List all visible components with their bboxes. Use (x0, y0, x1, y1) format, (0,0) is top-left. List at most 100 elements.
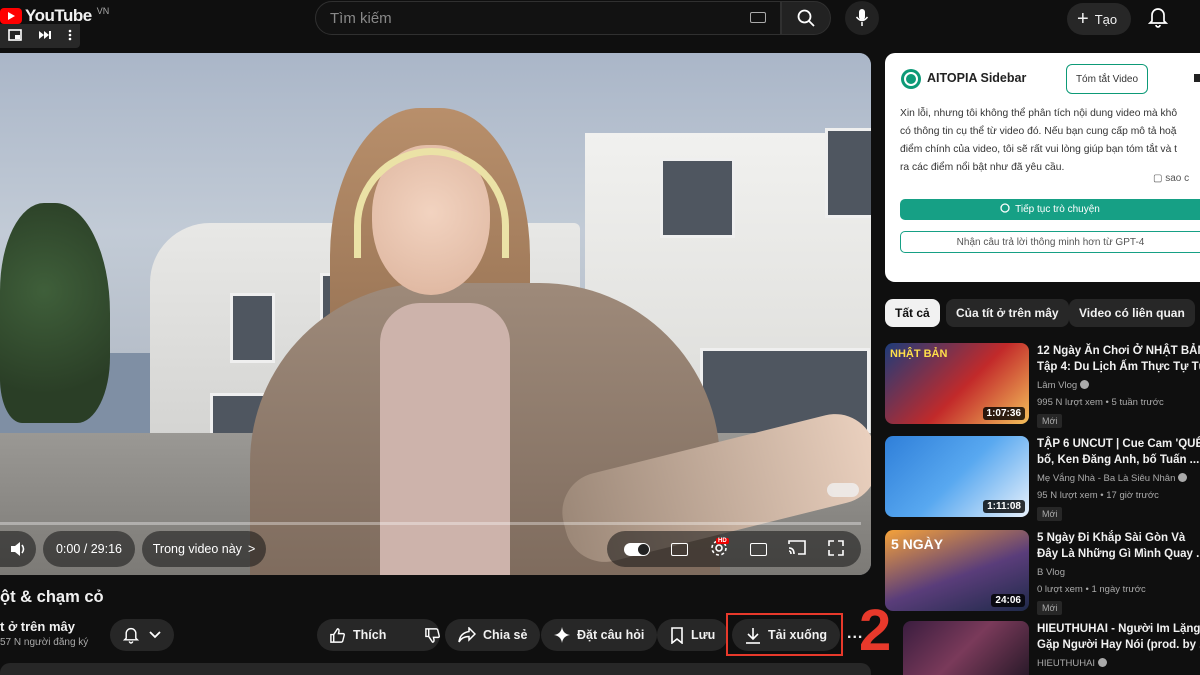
search-button[interactable] (781, 1, 831, 35)
create-label: Tạo (1094, 11, 1118, 27)
miniplayer-icon[interactable] (8, 28, 22, 44)
autoplay-toggle[interactable] (623, 542, 650, 556)
title-line: Đây Là Những Gì Mình Quay ... (1037, 548, 1200, 560)
subtitles-icon[interactable] (671, 542, 689, 556)
chevron-right-icon: > (247, 542, 256, 556)
video-thumbnail[interactable] (903, 621, 1029, 675)
channel-label: Lâm Vlog (1037, 380, 1078, 391)
chevron-down-icon (149, 631, 161, 639)
list-item[interactable]: 5 NGÀY 24:06 5 Ngày Đi Khắp Sài Gòn Và Đ… (885, 530, 1200, 615)
thumbnail-caption: NHẬT BẢN (890, 348, 948, 360)
bell-icon (1147, 8, 1169, 28)
create-button[interactable]: + Tạo (1067, 3, 1132, 35)
search-input[interactable] (330, 9, 730, 27)
aitopia-message-line: có thông tin cụ thể từ video đó. Nếu bạn… (900, 126, 1177, 137)
list-item[interactable]: HIEUTHUHAI - Người Im Lặng Gặp Người Hay… (885, 621, 1200, 675)
title-line: TẬP 6 UNCUT | Cue Cam 'QUÊ (1037, 438, 1200, 450)
subscription-bell-button[interactable] (110, 619, 174, 651)
channel-text: Mẹ Vắng Nhà - Ba Là Siêu Nhân (1037, 473, 1188, 484)
like-label: Thích (353, 628, 387, 642)
channel-name[interactable]: t ở trên mây (0, 619, 75, 634)
video-watermark (827, 483, 859, 497)
video-title-text: 12 Ngày Ăn Chơi Ở NHẬT BẢN Tập 4: Du Lịc… (1037, 343, 1200, 375)
like-dislike-group: Thích (317, 619, 441, 651)
like-button[interactable]: Thích (317, 619, 398, 651)
chip-related[interactable]: Video có liên quan (1069, 299, 1195, 327)
notifications-button[interactable] (1147, 6, 1169, 33)
share-button[interactable]: Chia sẻ (445, 619, 541, 651)
aitopia-logo-icon (901, 69, 921, 89)
ask-label: Đặt câu hỏi (577, 628, 645, 642)
player-right-controls (607, 531, 861, 567)
gpt4-upsell-button[interactable]: Nhận câu trả lời thông minh hơn từ GPT-4 (900, 231, 1200, 253)
verified-icon (1098, 658, 1108, 667)
video-frame-tree (0, 203, 110, 423)
voice-search-button[interactable] (845, 1, 879, 35)
video-title-text: 5 Ngày Đi Khắp Sài Gòn Và Đây Là Những G… (1037, 530, 1200, 562)
share-icon (458, 627, 476, 643)
video-duration: 24:06 (991, 594, 1025, 607)
continue-chat-label: Tiếp tục trò chuyện (1015, 204, 1100, 215)
chapter-label: Trong video này (152, 542, 242, 556)
save-button[interactable]: Lưu (657, 619, 729, 651)
chip-channel[interactable]: Của tít ở trên mây (946, 299, 1069, 327)
description-box-edge[interactable] (0, 663, 871, 675)
thumbnail-caption: 5 NGÀY (891, 536, 944, 552)
chip-all[interactable]: Tất cả (885, 299, 940, 327)
aitopia-message: Xin lỗi, nhưng tôi không thể phân tích n… (900, 105, 1200, 177)
title-line: HIEUTHUHAI - Người Im Lặng (1037, 623, 1200, 635)
youtube-wordmark: YouTube (25, 6, 92, 25)
share-label: Chia sẻ (483, 628, 528, 642)
bell-icon (123, 627, 139, 644)
copy-button[interactable]: ▢ sao c (1153, 173, 1189, 184)
channel-text: Lâm Vlog (1037, 380, 1090, 391)
copy-label: sao c (1165, 173, 1190, 184)
verified-icon (1178, 473, 1188, 482)
channel-text: HIEUTHUHAI (1037, 658, 1108, 669)
thumbs-up-icon (330, 627, 345, 643)
sparkle-icon (554, 627, 570, 643)
progress-bar[interactable] (0, 522, 861, 525)
video-title-text: HIEUTHUHAI - Người Im Lặng Gặp Người Hay… (1037, 621, 1200, 653)
fullscreen-icon[interactable] (828, 539, 844, 559)
views-text: 0 lượt xem • 1 ngày trước (1037, 584, 1146, 595)
video-thumbnail[interactable]: 1:11:08 (885, 436, 1029, 517)
ask-question-button[interactable]: Đặt câu hỏi (541, 619, 658, 651)
views-text: 95 N lượt xem • 17 giờ trước (1037, 490, 1159, 501)
keyboard-icon[interactable] (750, 12, 766, 23)
list-item[interactable]: NHẬT BẢN 1:07:36 12 Ngày Ăn Chơi Ở NHẬT … (885, 343, 1200, 428)
channel-label: Mẹ Vắng Nhà - Ba Là Siêu Nhân (1037, 473, 1176, 484)
channel-text: B Vlog (1037, 567, 1065, 578)
continue-chat-button[interactable]: Tiếp tục trò chuyện (900, 199, 1200, 220)
video-thumbnail[interactable]: 5 NGÀY 24:06 (885, 530, 1029, 611)
summarize-video-button[interactable]: Tóm tắt Video (1066, 64, 1148, 94)
video-duration: 1:07:36 (982, 407, 1025, 420)
chat-bubble-icon (1000, 203, 1010, 216)
chapter-button[interactable]: Trong video này > (142, 531, 266, 567)
new-badge: Mới (1037, 601, 1063, 615)
title-line: Gặp Người Hay Nói (prod. by ... (1037, 639, 1200, 651)
video-thumbnail[interactable]: NHẬT BẢN 1:07:36 (885, 343, 1029, 424)
volume-button[interactable] (0, 531, 36, 567)
aitopia-message-line: Xin lỗi, nhưng tôi không thể phân tích n… (900, 108, 1178, 119)
verified-icon (1080, 380, 1090, 389)
save-label: Lưu (691, 628, 716, 642)
subscriber-count: 57 N người đăng ký (0, 637, 89, 648)
channel-label: HIEUTHUHAI (1037, 658, 1096, 669)
new-badge: Mới (1037, 507, 1063, 521)
bookmark-icon (671, 626, 683, 644)
aitopia-settings-icon[interactable] (1193, 73, 1200, 86)
title-line: 5 Ngày Đi Khắp Sài Gòn Và (1037, 532, 1186, 544)
theater-mode-icon[interactable] (749, 542, 767, 556)
video-duration: 1:11:08 (983, 500, 1025, 513)
more-vert-icon[interactable] (68, 29, 72, 44)
list-item[interactable]: 1:11:08 TẬP 6 UNCUT | Cue Cam 'QUÊ bố, K… (885, 436, 1200, 521)
cast-icon[interactable] (788, 540, 807, 558)
video-player[interactable]: 0:00 / 29:16 Trong video này > HD (0, 53, 871, 575)
aitopia-sidebar: AITOPIA Sidebar Tóm tắt Video Xin lỗi, n… (885, 53, 1200, 282)
youtube-logo[interactable]: YouTube VN (0, 6, 109, 26)
next-track-icon[interactable] (38, 29, 52, 43)
new-badge: Mới (1037, 414, 1063, 428)
search-box (315, 1, 781, 35)
region-code: VN (96, 6, 110, 16)
